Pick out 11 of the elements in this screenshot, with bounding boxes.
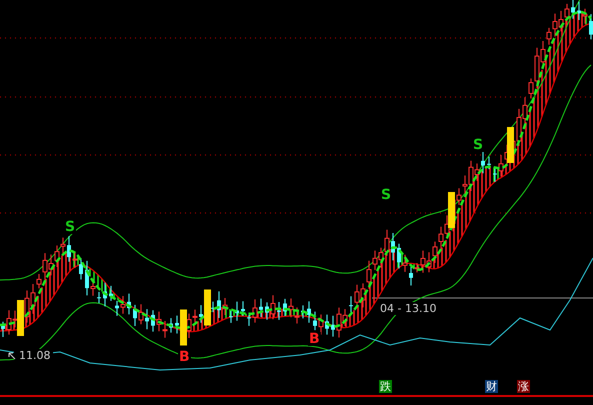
signal-marker: S — [472, 138, 484, 152]
signal-marker: B — [308, 332, 321, 346]
signal-marker: S — [380, 188, 392, 202]
price-label: 11.08 — [19, 349, 50, 362]
indicator-badge[interactable]: 涨 — [517, 380, 530, 393]
signal-marker: S — [64, 220, 76, 234]
price-label: 04 - 13.10 — [380, 302, 436, 315]
signal-marker: B — [178, 350, 191, 364]
indicator-badge[interactable]: 财 — [485, 380, 498, 393]
arrow-icon — [8, 352, 16, 360]
indicator-badge[interactable]: 跌 — [379, 380, 392, 393]
